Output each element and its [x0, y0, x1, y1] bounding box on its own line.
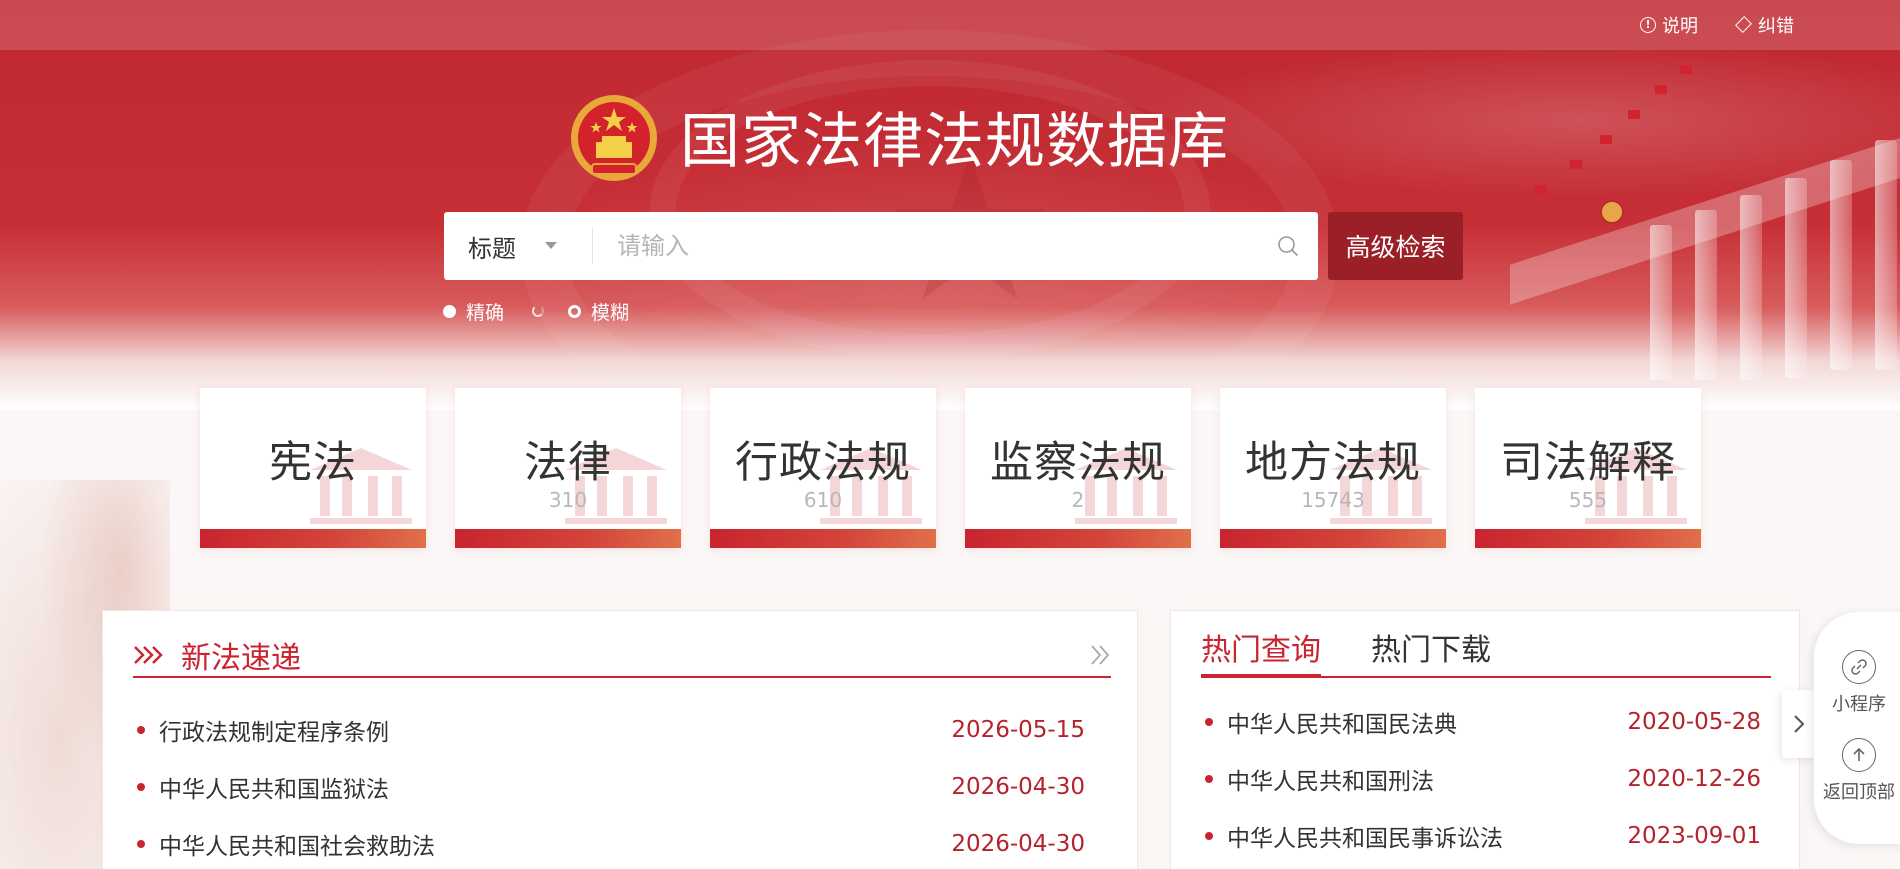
category-accent-bar: [455, 529, 681, 548]
law-title: 中华人民共和国民法典: [1227, 711, 1457, 738]
list-item[interactable]: 中华人民共和国刑法 2020-12-26: [1201, 750, 1761, 807]
category-name: 宪法: [269, 438, 357, 488]
new-laws-title: 新法速递: [181, 640, 301, 676]
law-title: 中华人民共和国监狱法: [159, 776, 389, 803]
category-name: 法律: [524, 438, 612, 488]
list-item[interactable]: 中华人民共和国社会救助法 2026-04-30: [133, 815, 1085, 869]
site-title: 国家法律法规数据库: [680, 107, 1229, 177]
law-date: 2020-05-28: [1627, 708, 1761, 735]
category-count: 15743: [1301, 488, 1365, 512]
list-item[interactable]: 行政法规制定程序条例 2026-05-15: [133, 701, 1085, 758]
bullet-icon: [1205, 831, 1213, 840]
category-name: 司法解释: [1500, 438, 1676, 488]
radio-unselected-icon: [568, 304, 582, 318]
search-scope-select[interactable]: 标题: [444, 212, 592, 280]
search-icon[interactable]: [1258, 212, 1318, 280]
category-name: 地方法规: [1245, 438, 1421, 488]
radio-selected-icon: [443, 304, 456, 318]
new-laws-panel: 新法速递 行政法规制定程序条例 2026-05-15 中华人民共和国监狱法 20…: [102, 610, 1138, 869]
info-icon: !: [1640, 17, 1656, 33]
bullet-icon: [137, 839, 145, 848]
national-emblem-logo: [571, 95, 657, 181]
law-date: 2020-12-26: [1627, 765, 1761, 792]
category-count: 555: [1568, 488, 1608, 512]
feedback-label: 纠错: [1758, 16, 1794, 37]
category-card-constitution[interactable]: 宪法: [200, 388, 426, 548]
hero-banner: ★: [0, 0, 1900, 470]
side-panel-toggle[interactable]: [1782, 690, 1816, 758]
list-item[interactable]: 中华人民共和国民法典 2020-05-28: [1201, 693, 1761, 750]
hot-tabs: 热门查询 热门下载: [1201, 633, 1771, 678]
search-scope-value: 标题: [468, 234, 516, 263]
tab-hot-queries[interactable]: 热门查询: [1201, 631, 1321, 678]
help-label: 说明: [1662, 16, 1698, 37]
bullet-icon: [137, 782, 145, 791]
link-icon: [1842, 650, 1876, 684]
double-chevron-right-icon[interactable]: [1089, 643, 1111, 667]
category-name: 行政法规: [735, 438, 911, 488]
category-card-judicial-interpretations[interactable]: 司法解释 555: [1475, 388, 1701, 548]
category-card-supervisory-regulations[interactable]: 监察法规 2: [965, 388, 1191, 548]
category-accent-bar: [1220, 529, 1446, 548]
law-date: 2026-05-15: [951, 716, 1085, 743]
back-to-top-button[interactable]: 返回顶部: [1814, 738, 1900, 804]
list-item[interactable]: 中华人民共和国民事诉讼法 2023-09-01: [1201, 807, 1761, 864]
top-bar: ! 说明 纠错: [0, 0, 1900, 50]
search-input[interactable]: [593, 212, 1258, 280]
law-title: 中华人民共和国民事诉讼法: [1227, 825, 1503, 852]
fuzzy-match-radio[interactable]: 模糊: [568, 298, 629, 325]
bullet-icon: [1205, 717, 1213, 726]
chevron-right-icon: [1794, 715, 1805, 733]
exact-match-label: 精确: [466, 301, 505, 324]
eraser-icon: [1736, 17, 1752, 33]
category-card-laws[interactable]: 法律 310: [455, 388, 681, 548]
hot-list: 中华人民共和国民法典 2020-05-28 中华人民共和国刑法 2020-12-…: [1201, 693, 1761, 864]
arrow-up-icon: [1842, 738, 1876, 772]
caret-down-icon: [545, 242, 557, 249]
category-accent-bar: [965, 529, 1191, 548]
fuzzy-match-label: 模糊: [591, 301, 630, 324]
floating-side-widget: 小程序 返回顶部: [1814, 612, 1900, 844]
category-count: 310: [548, 488, 588, 512]
bullet-icon: [137, 725, 145, 734]
match-mode-group: 精确 模糊: [443, 296, 629, 326]
page: ★ ! 说明 纠错: [0, 0, 1900, 869]
category-accent-bar: [1475, 529, 1701, 548]
bullet-icon: [1205, 774, 1213, 783]
category-count: 2: [1071, 488, 1085, 512]
mini-program-button[interactable]: 小程序: [1814, 650, 1900, 716]
law-date: 2023-09-01: [1627, 822, 1761, 849]
new-laws-header: 新法速递: [133, 633, 1111, 678]
category-card-local-regulations[interactable]: 地方法规 15743: [1220, 388, 1446, 548]
category-accent-bar: [710, 529, 936, 548]
feedback-link[interactable]: 纠错: [1736, 12, 1794, 38]
back-to-top-label: 返回顶部: [1823, 782, 1895, 803]
list-item[interactable]: 中华人民共和国监狱法 2026-04-30: [133, 758, 1085, 815]
law-title: 中华人民共和国刑法: [1227, 768, 1434, 795]
great-hall-image: [1450, 40, 1900, 380]
help-link[interactable]: ! 说明: [1640, 12, 1698, 38]
hot-panel: 热门查询 热门下载 中华人民共和国民法典 2020-05-28 中华人民共和国刑…: [1170, 610, 1800, 869]
search-bar: 标题: [444, 212, 1318, 280]
new-laws-list: 行政法规制定程序条例 2026-05-15 中华人民共和国监狱法 2026-04…: [133, 701, 1085, 869]
tab-hot-downloads[interactable]: 热门下载: [1371, 631, 1491, 676]
exact-match-radio[interactable]: 精确: [443, 298, 504, 325]
category-card-administrative-regulations[interactable]: 行政法规 610: [710, 388, 936, 548]
mini-program-label: 小程序: [1832, 694, 1886, 715]
law-date: 2026-04-30: [951, 773, 1085, 800]
category-count: 610: [803, 488, 843, 512]
advanced-search-button[interactable]: 高级检索: [1328, 212, 1463, 280]
law-title: 中华人民共和国社会救助法: [159, 833, 435, 860]
loading-spinner-icon: [532, 305, 545, 317]
law-title: 行政法规制定程序条例: [159, 719, 389, 746]
category-name: 监察法规: [990, 438, 1166, 488]
category-accent-bar: [200, 529, 426, 548]
law-date: 2026-04-30: [951, 830, 1085, 857]
triple-chevron-icon: [134, 645, 163, 664]
